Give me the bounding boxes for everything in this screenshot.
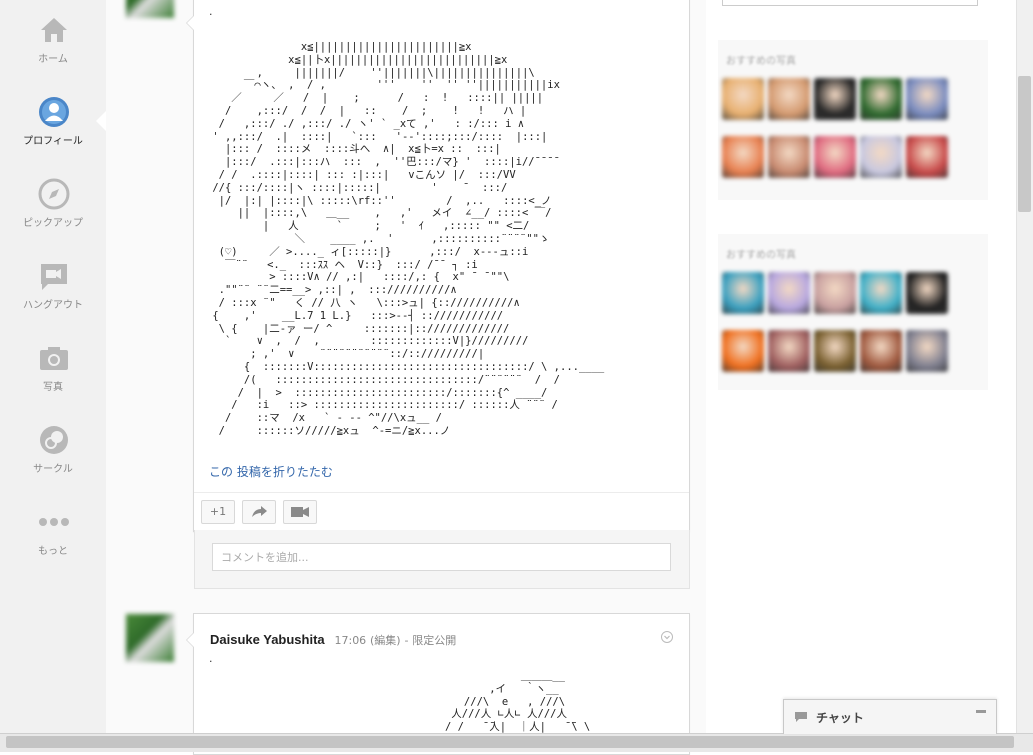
video-icon bbox=[291, 507, 309, 517]
photo-thumbnail[interactable] bbox=[814, 272, 856, 314]
chat-label: チャット bbox=[816, 711, 864, 725]
profile-icon bbox=[39, 97, 69, 127]
photo-thumbnail[interactable] bbox=[906, 136, 948, 178]
photo-thumbnail[interactable] bbox=[814, 330, 856, 372]
post-dot: . bbox=[209, 5, 213, 18]
nav-label: ホーム bbox=[38, 54, 68, 65]
nav-item-more[interactable]: もっと bbox=[0, 492, 106, 572]
photo-thumbnail[interactable] bbox=[860, 136, 902, 178]
stream: . x≦|||||||||||||||||||||||≧x x≦||卜x||||… bbox=[106, 0, 706, 755]
photo-thumbnail[interactable] bbox=[860, 272, 902, 314]
photo-thumbnail[interactable] bbox=[860, 78, 902, 120]
nav-item-home[interactable]: ホーム bbox=[0, 0, 106, 80]
photo-thumbnail[interactable] bbox=[722, 330, 764, 372]
panel-title: おすすめの写真 bbox=[726, 250, 796, 261]
recommended-panel: おすすめの写真 bbox=[718, 40, 988, 200]
vertical-scroll-thumb[interactable] bbox=[1018, 76, 1031, 212]
minimize-icon[interactable] bbox=[976, 710, 986, 713]
nav-label: ピックアップ bbox=[23, 218, 83, 229]
post-dot: . bbox=[209, 652, 213, 665]
edited-label: (編集) bbox=[370, 634, 401, 647]
photo-thumbnail[interactable] bbox=[906, 272, 948, 314]
post-action-bar: +1 bbox=[194, 492, 689, 531]
photo-thumbnail[interactable] bbox=[906, 78, 948, 120]
chat-icon bbox=[795, 712, 807, 722]
circles-icon bbox=[40, 426, 68, 454]
chat-bar[interactable]: チャット bbox=[783, 699, 997, 734]
post-card: . x≦|||||||||||||||||||||||≧x x≦||卜x||||… bbox=[186, 0, 690, 532]
nav-label: 写真 bbox=[43, 382, 63, 393]
share-button[interactable] bbox=[242, 500, 276, 524]
author-name[interactable]: Daisuke Yabushita bbox=[210, 632, 325, 647]
nav-label: ハングアウト bbox=[23, 300, 83, 311]
nav-item-hangout[interactable]: ハングアウト bbox=[0, 246, 106, 326]
more-icon bbox=[39, 518, 69, 526]
photo-thumbnail[interactable] bbox=[722, 78, 764, 120]
photo-thumbnail[interactable] bbox=[768, 330, 810, 372]
ascii-art: ＿＿＿__ ,イ ｀ヽ__ ///\ e , ///\ 人///人 ∟人∟ 人/… bbox=[444, 670, 591, 734]
photo-thumbnail[interactable] bbox=[768, 272, 810, 314]
left-nav: ホーム プロフィール ピックアップ ハングアウト 写真 サークル もっと bbox=[0, 0, 107, 751]
nav-label: サークル bbox=[33, 464, 73, 475]
avatar[interactable] bbox=[126, 0, 174, 18]
home-icon bbox=[41, 18, 67, 42]
comment-input[interactable]: コメントを追加... bbox=[212, 543, 671, 571]
nav-label: プロフィール bbox=[23, 136, 83, 147]
photo-thumbnail[interactable] bbox=[722, 272, 764, 314]
post-time[interactable]: 17:06 bbox=[334, 634, 366, 647]
photo-thumbnail[interactable] bbox=[722, 136, 764, 178]
nav-item-profile[interactable]: プロフィール bbox=[0, 82, 106, 162]
plus-one-button[interactable]: +1 bbox=[201, 500, 235, 524]
avatar[interactable] bbox=[126, 614, 174, 662]
hangout-button[interactable] bbox=[283, 500, 317, 524]
visibility-label[interactable]: 限定公開 bbox=[412, 634, 456, 647]
compass-icon bbox=[38, 178, 70, 210]
recommended-panel: おすすめの写真 bbox=[718, 234, 988, 390]
photo-thumbnail[interactable] bbox=[768, 136, 810, 178]
nav-item-photos[interactable]: 写真 bbox=[0, 328, 106, 408]
ascii-art: x≦|||||||||||||||||||||||≧x x≦||卜x||||||… bbox=[212, 41, 605, 437]
photo-thumbnail[interactable] bbox=[814, 78, 856, 120]
camera-icon bbox=[40, 347, 68, 370]
photo-thumbnail[interactable] bbox=[814, 136, 856, 178]
nav-item-circles[interactable]: サークル bbox=[0, 410, 106, 490]
post-header: Daisuke Yabushita 17:06 (編集) - 限定公開 bbox=[210, 632, 456, 648]
hangout-icon bbox=[41, 264, 67, 290]
meta-separator: - bbox=[404, 634, 409, 647]
right-column: おすすめの写真 おすすめの写真 bbox=[706, 0, 1016, 751]
share-icon bbox=[252, 506, 267, 517]
collapse-post-link[interactable]: この 投稿を折りたたむ bbox=[209, 463, 333, 480]
nav-label: もっと bbox=[38, 546, 68, 557]
photo-thumbnail[interactable] bbox=[768, 78, 810, 120]
photo-thumbnail[interactable] bbox=[860, 330, 902, 372]
horizontal-scroll-thumb[interactable] bbox=[6, 736, 1014, 748]
comment-area: コメントを追加... bbox=[194, 530, 690, 589]
nav-item-pickup[interactable]: ピックアップ bbox=[0, 164, 106, 244]
search-input[interactable] bbox=[722, 0, 978, 6]
photo-thumbnail[interactable] bbox=[906, 330, 948, 372]
panel-title: おすすめの写真 bbox=[726, 56, 796, 67]
chevron-down-icon[interactable] bbox=[661, 631, 673, 643]
